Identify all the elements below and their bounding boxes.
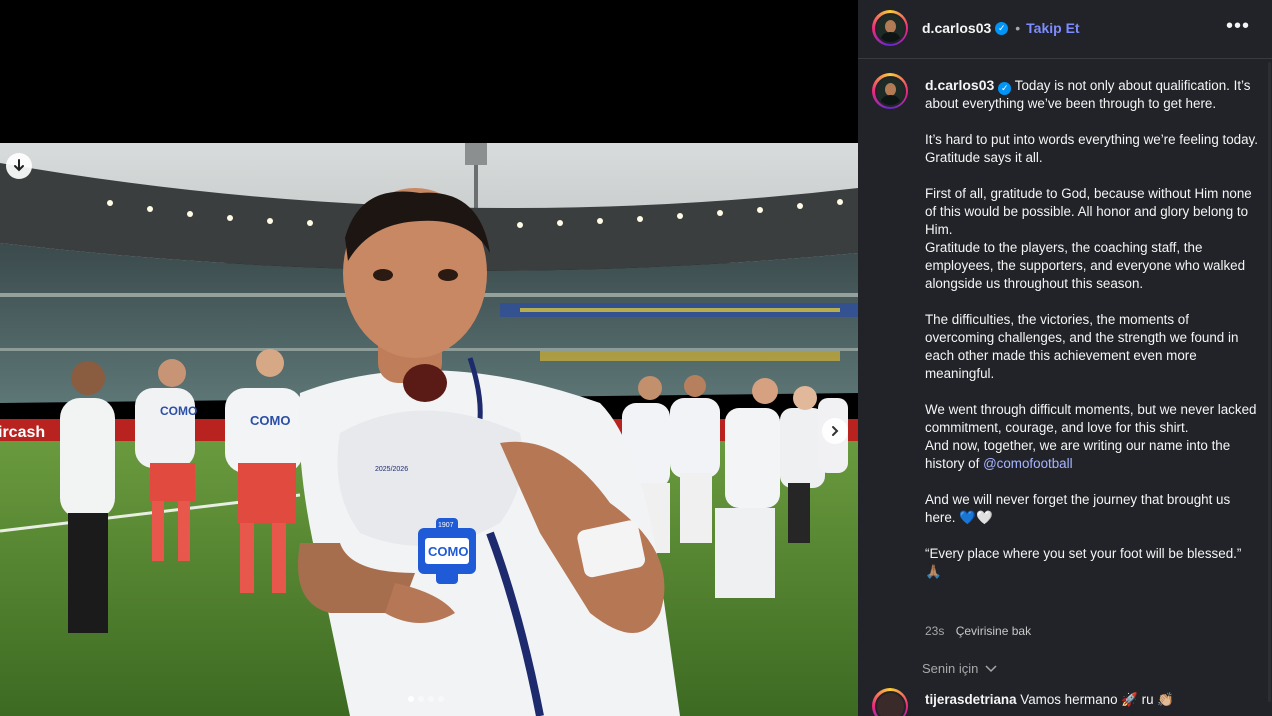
comment-item: tijerasdetriana Vamos hermano 🚀 ru 👏🏼 (925, 692, 1174, 708)
avatar[interactable] (872, 10, 908, 46)
caption-line: The difficulties, the victories, the mom… (925, 312, 1239, 381)
download-icon (14, 159, 24, 172)
post-side-panel: d.carlos03 ✓ • Takip Et ••• d.carlos03 ✓ … (858, 0, 1272, 716)
carousel-next-button[interactable] (822, 418, 848, 444)
header-user: d.carlos03 ✓ • Takip Et (922, 20, 1080, 36)
caption-line: Gratitude to the players, the coaching s… (925, 240, 1246, 291)
verified-badge-icon: ✓ (998, 81, 1012, 95)
carousel-dots (408, 696, 444, 702)
bg-shirt-text-2: COMO (250, 413, 290, 428)
carousel-dot[interactable] (438, 696, 444, 702)
caption-text: “Every place where you set your foot wil… (925, 546, 1242, 561)
caption-line-journey: And we will never forget the journey tha… (925, 491, 1261, 527)
carousel-dot[interactable] (408, 696, 414, 702)
post-photo[interactable]: ircash COMO COMO COMO 1907 2025/2026 (0, 143, 858, 716)
separator-dot: • (1015, 20, 1021, 36)
carousel-dot[interactable] (428, 696, 434, 702)
more-options-icon[interactable]: ••• (1226, 15, 1250, 38)
comment-text: Vamos hermano 🚀 ru 👏🏼 (1020, 692, 1174, 707)
verified-badge-icon: ✓ (995, 21, 1009, 35)
stadium-photo: ircash COMO COMO COMO 1907 2025/2026 (0, 143, 858, 716)
see-translation-button[interactable]: Çevirisine bak (956, 624, 1031, 638)
bg-shirt-text-1: COMO (160, 404, 197, 418)
caption-text: And now, together, we are writing our na… (925, 438, 1231, 471)
carousel-dot[interactable] (418, 696, 424, 702)
crest-text: COMO (428, 544, 468, 559)
praying-hands-icon: 🙏🏽 (925, 564, 942, 579)
white-heart-icon: 🤍 (975, 510, 993, 525)
post-caption: d.carlos03 ✓ Today is not only about qual… (925, 76, 1261, 581)
mention-link[interactable]: @comofootball (983, 456, 1073, 471)
caption-line: First of all, gratitude to God, because … (925, 186, 1252, 237)
caption-line: We went through difficult moments, but w… (925, 402, 1257, 435)
post-meta: 23s Çevirisine bak (925, 624, 1031, 638)
ad-board-text: ircash (0, 424, 45, 441)
comments-sort-button[interactable]: Senin için (922, 661, 997, 676)
blue-heart-icon: 💙 (959, 510, 976, 525)
post-media: ircash COMO COMO COMO 1907 2025/2026 (0, 0, 858, 716)
caption-line: It’s hard to put into words everything w… (925, 132, 1258, 165)
caption-line-0: d.carlos03 ✓ Today is not only about qual… (925, 76, 1261, 113)
comment-username[interactable]: tijerasdetriana (925, 692, 1017, 707)
caption-line-quote: “Every place where you set your foot wil… (925, 545, 1261, 581)
comment-avatar[interactable] (872, 688, 908, 716)
username-link[interactable]: d.carlos03 (922, 20, 991, 36)
scrollbar[interactable] (1268, 62, 1271, 702)
caption-line-mention: And now, together, we are writing our na… (925, 437, 1261, 473)
follow-button[interactable]: Takip Et (1026, 20, 1079, 36)
caption-username[interactable]: d.carlos03 (925, 77, 994, 93)
crest-year: 1907 (438, 522, 454, 529)
chevron-right-icon (832, 426, 839, 436)
timestamp: 23s (925, 624, 945, 638)
caption-avatar[interactable] (872, 73, 908, 109)
chevron-down-icon (985, 665, 997, 673)
shirt-patch-text: 2025/2026 (375, 466, 408, 473)
post-header: d.carlos03 ✓ • Takip Et ••• (858, 0, 1272, 59)
download-button[interactable] (6, 153, 32, 179)
sort-label: Senin için (922, 661, 979, 676)
